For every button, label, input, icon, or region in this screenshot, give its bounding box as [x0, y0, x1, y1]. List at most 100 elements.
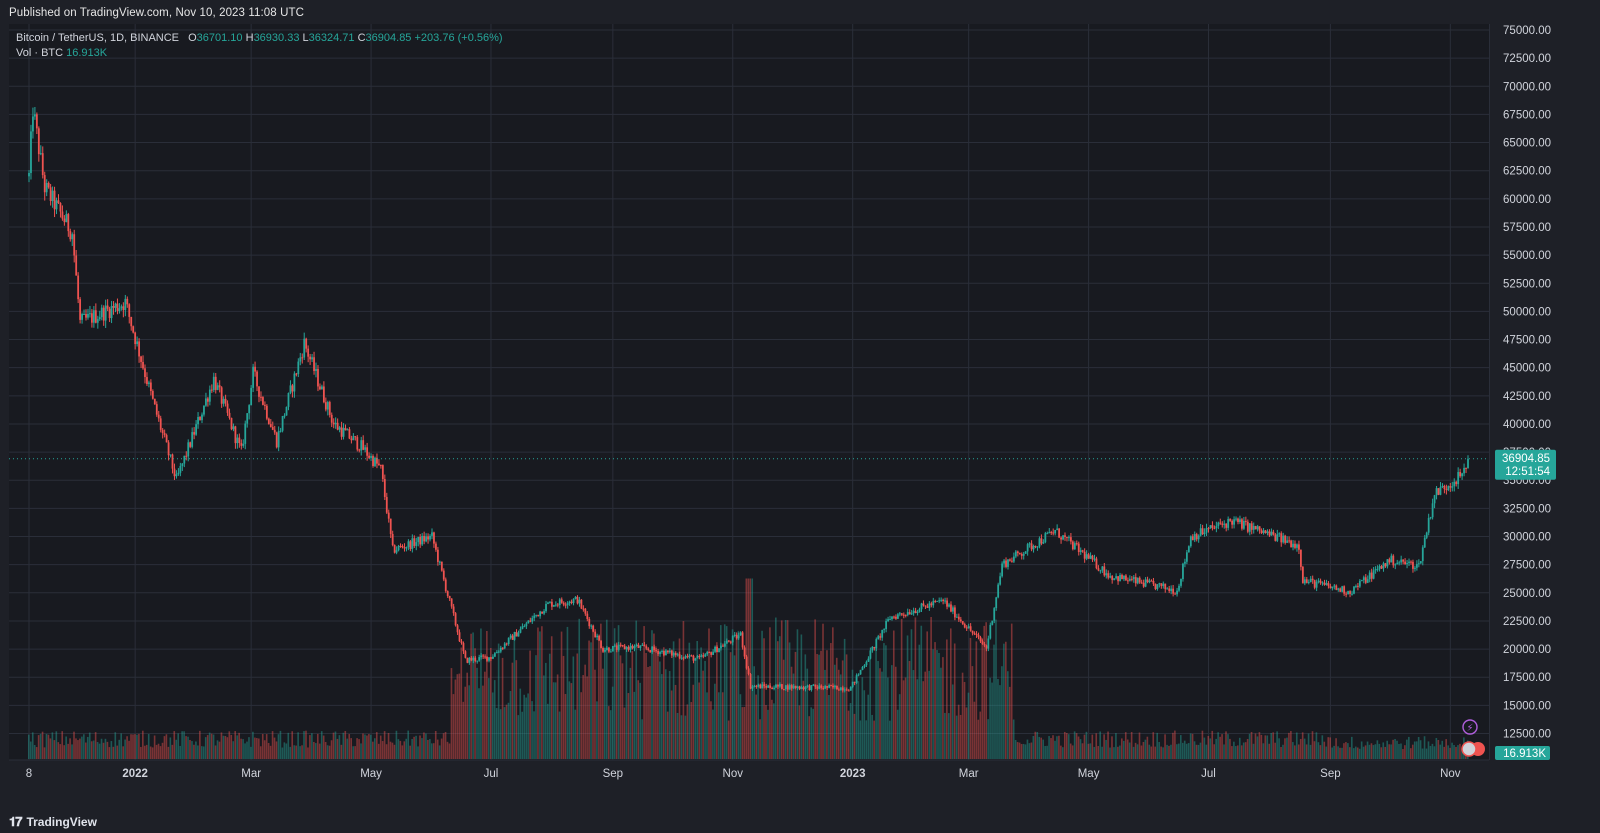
candle-body [665, 650, 667, 656]
volume-bar [543, 675, 545, 759]
volume-bar [1077, 736, 1080, 759]
volume-bar [360, 743, 362, 759]
volume-bar [922, 681, 925, 759]
candle-body [1357, 585, 1359, 587]
candle-body [1349, 591, 1351, 594]
volume-bar [138, 733, 140, 759]
volume-bar [1040, 737, 1043, 759]
candle-body [810, 685, 813, 691]
candle-body [641, 644, 644, 646]
candle-body [942, 599, 945, 602]
volume-bar [1268, 743, 1271, 759]
volume-bar [1229, 738, 1231, 759]
volume-bar [1172, 732, 1174, 759]
candle-body [1360, 580, 1363, 582]
volume-bar [51, 732, 54, 759]
volume-bar [718, 692, 720, 759]
price-tick-label: 45000.00 [1503, 363, 1551, 375]
volume-bar [596, 701, 598, 759]
volume-bar [1323, 741, 1326, 759]
candle-body [920, 603, 923, 610]
candle-body [301, 357, 304, 359]
volume-bar [460, 647, 463, 759]
candle-body [710, 652, 713, 655]
volume-bar [444, 731, 447, 759]
candle-body [307, 348, 310, 357]
candle-body [122, 306, 125, 310]
volume-bar [1124, 732, 1127, 759]
candle-body [1178, 585, 1180, 591]
candle-body [71, 234, 74, 240]
volume-bar [1262, 743, 1265, 759]
volume-bar [1349, 747, 1351, 759]
candle-body [1364, 577, 1367, 583]
volume-bar [674, 684, 677, 759]
volume-bar [1044, 746, 1046, 759]
volume-bar [305, 730, 307, 759]
price-tick-label: 57500.00 [1503, 222, 1551, 234]
volume-bar [957, 704, 960, 759]
chart-area[interactable]: 75000.00 72500.00 70000.00 67500.00 65000.00… [0, 24, 1600, 808]
volume-bar [163, 736, 166, 759]
candle-body [96, 319, 99, 323]
volume-bar [1295, 732, 1298, 759]
volume-bar [904, 677, 907, 759]
candle-body [195, 424, 197, 435]
candle-body [1168, 588, 1171, 591]
volume-bar [1242, 742, 1245, 759]
volume-bar [1067, 734, 1070, 759]
candle-body [1054, 529, 1057, 534]
price-chart[interactable]: 75000.0072500.0070000.0067500.0065000.00… [0, 24, 1600, 808]
candle-body [124, 298, 127, 310]
volume-bar [812, 708, 814, 759]
volume-bar [871, 714, 873, 759]
volume-bar [1270, 732, 1273, 759]
us-flag-event-icon[interactable] [1461, 741, 1477, 757]
volume-bar [1325, 746, 1328, 759]
volume-bar [1162, 747, 1164, 759]
candle-body [462, 643, 465, 652]
volume-bar [910, 629, 913, 759]
volume-bar [995, 619, 997, 759]
volume-bar [332, 732, 335, 759]
candle-body [324, 402, 327, 410]
volume-bar [226, 737, 229, 759]
candle-body [836, 685, 838, 690]
volume-bar [657, 653, 659, 759]
candle-body [771, 687, 773, 690]
candle-body [159, 418, 162, 430]
candle-body [511, 635, 514, 640]
volume-bar [527, 693, 529, 759]
candle-body [484, 656, 486, 658]
candle-body [586, 613, 589, 619]
candle-body [77, 275, 80, 300]
candle-body [460, 641, 463, 644]
volume-bar [1411, 744, 1414, 759]
candle-body [205, 398, 207, 406]
volume-bar [1290, 731, 1292, 759]
candle-body [1417, 563, 1420, 565]
candle-body [1335, 585, 1338, 590]
candle-body [639, 645, 642, 648]
volume-bar [1396, 740, 1398, 759]
candle-body [541, 611, 543, 614]
volume-bar [564, 694, 567, 759]
tradingview-logo[interactable]: 𝟏𝟕 TradingView [9, 814, 97, 830]
volume-bar [875, 646, 877, 759]
legend-change: +203.76 (+0.56%) [414, 32, 503, 44]
candle-body [303, 338, 306, 358]
volume-bar [1329, 737, 1331, 759]
candle-body [238, 437, 241, 444]
candle-body [1256, 526, 1259, 530]
volume-bar [1065, 732, 1068, 759]
candle-body [513, 632, 516, 640]
candle-body [495, 652, 498, 654]
volume-bar [307, 747, 309, 759]
volume-bar [407, 730, 410, 759]
candle-body [138, 341, 140, 357]
volume-bar [177, 733, 180, 759]
volume-bar [134, 734, 136, 759]
candle-body [1001, 563, 1003, 577]
candle-body [1337, 588, 1340, 590]
volume-bar [29, 741, 32, 759]
